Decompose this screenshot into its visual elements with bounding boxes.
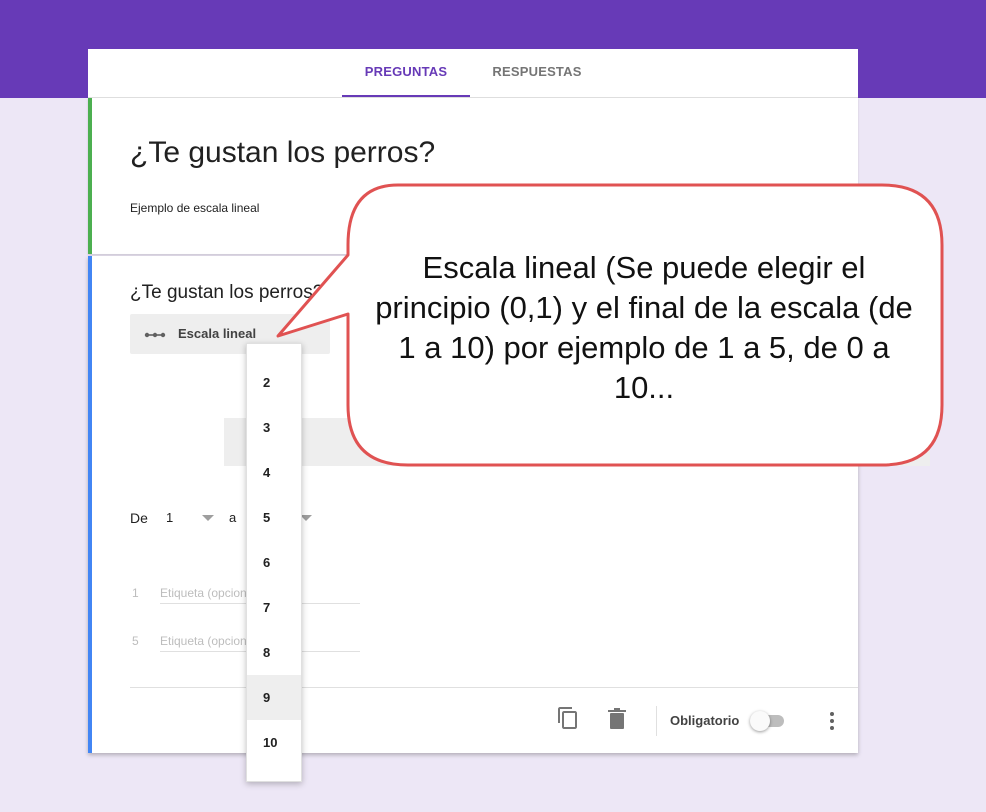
question-type-label: Escala lineal — [178, 326, 257, 341]
dropdown-option[interactable]: 8 — [247, 630, 301, 675]
dropdown-option-highlighted[interactable]: 9 — [247, 675, 301, 720]
tab-respuestas[interactable]: RESPUESTAS — [480, 49, 594, 97]
tabs-bar: PREGUNTAS RESPUESTAS — [88, 49, 858, 98]
trash-icon[interactable] — [607, 708, 627, 735]
required-toggle[interactable] — [750, 711, 788, 731]
dropdown-option[interactable]: 6 — [247, 540, 301, 585]
callout-text: Escala lineal (Se puede elegir el princi… — [375, 250, 913, 405]
scale-label-number: 5 — [132, 634, 139, 648]
divider — [656, 706, 657, 736]
range-from-label: De — [130, 510, 148, 526]
dropdown-option[interactable]: 7 — [247, 585, 301, 630]
divider — [130, 687, 858, 688]
chevron-down-icon[interactable] — [202, 515, 214, 521]
toggle-knob — [750, 711, 770, 731]
scale-label-number: 1 — [132, 586, 139, 600]
range-to-label: a — [229, 510, 237, 525]
dropdown-option[interactable]: 10 — [247, 720, 301, 765]
linear-scale-icon — [144, 328, 166, 346]
form-description[interactable]: Ejemplo de escala lineal — [130, 201, 259, 215]
copy-icon[interactable] — [556, 706, 580, 735]
range-from-select[interactable]: 1 — [166, 510, 173, 525]
form-title[interactable]: ¿Te gustan los perros? — [130, 136, 435, 170]
required-label: Obligatorio — [670, 713, 740, 728]
tab-preguntas[interactable]: PREGUNTAS — [342, 49, 470, 97]
more-vert-icon[interactable] — [828, 711, 836, 736]
dropdown-option[interactable]: 5 — [247, 495, 301, 540]
